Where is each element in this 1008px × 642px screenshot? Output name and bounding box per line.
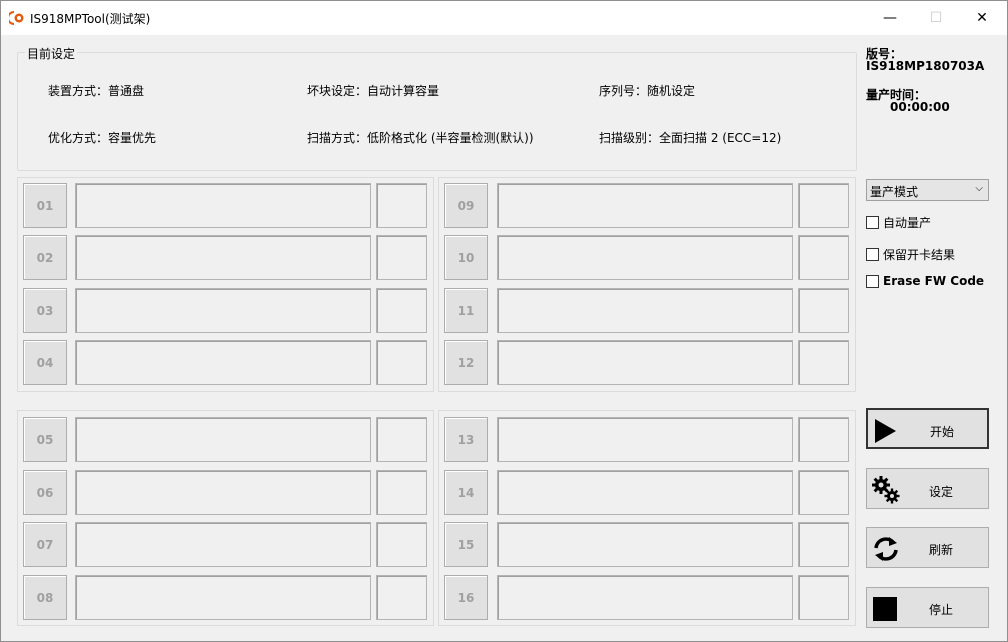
port-result-07 [376, 522, 427, 567]
close-button[interactable]: ✕ [959, 1, 1005, 35]
refresh-label: 刷新 [929, 543, 954, 557]
refresh-button[interactable]: 刷新 [866, 527, 989, 568]
port-button-01[interactable]: 01 [23, 183, 67, 228]
auto-mp-label: 自动量产 [883, 216, 932, 230]
port-button-10[interactable]: 10 [444, 235, 488, 280]
title-bar: IS918MPTool(测试架) — ☐ ✕ [1, 1, 1007, 35]
port-result-12 [798, 340, 849, 385]
port-button-13[interactable]: 13 [444, 417, 488, 462]
stop-label: 停止 [929, 603, 954, 617]
port-status-04 [75, 340, 371, 385]
port-status-10 [497, 235, 793, 280]
port-button-06[interactable]: 06 [23, 470, 67, 515]
port-result-15 [798, 522, 849, 567]
erase-fw-checkbox[interactable] [866, 274, 879, 288]
scan-level-text: 扫描级别：全面扫描 2 (ECC=12) [599, 131, 782, 145]
optimize-mode-text: 优化方式：容量优先 [48, 131, 157, 145]
play-icon [875, 419, 896, 443]
settings-label: 设定 [929, 485, 954, 499]
port-result-06 [376, 470, 427, 515]
keep-result-checkbox[interactable] [866, 248, 879, 261]
keep-result-label: 保留开卡结果 [883, 248, 956, 262]
port-result-03 [376, 288, 427, 333]
badblock-setting-text: 坏块设定：自动计算容量 [307, 84, 440, 98]
port-result-09 [798, 183, 849, 228]
port-result-14 [798, 470, 849, 515]
stop-button[interactable]: 停止 [866, 587, 989, 628]
port-result-13 [798, 417, 849, 462]
settings-button[interactable]: 设定 [866, 468, 989, 509]
port-button-09[interactable]: 09 [444, 183, 488, 228]
stop-icon [873, 597, 897, 621]
erase-fw-label: Erase FW Code [883, 274, 985, 288]
port-status-14 [497, 470, 793, 515]
port-button-03[interactable]: 03 [23, 288, 67, 333]
keep-result-checkbox-row[interactable]: 保留开卡结果 [866, 246, 955, 263]
port-button-11[interactable]: 11 [444, 288, 488, 333]
main-window: IS918MPTool(测试架) — ☐ ✕ 目前设定 装置方式：普通盘 坏块设… [0, 0, 1008, 642]
port-status-03 [75, 288, 371, 333]
port-status-02 [75, 235, 371, 280]
port-status-05 [75, 417, 371, 462]
port-status-15 [497, 522, 793, 567]
window-title: IS918MPTool(测试架) [30, 12, 151, 26]
port-button-04[interactable]: 04 [23, 340, 67, 385]
mode-select-value: 量产模式 [870, 185, 919, 199]
port-status-11 [497, 288, 793, 333]
port-result-02 [376, 235, 427, 280]
port-status-12 [497, 340, 793, 385]
auto-mp-checkbox[interactable] [866, 216, 879, 229]
port-result-11 [798, 288, 849, 333]
port-button-12[interactable]: 12 [444, 340, 488, 385]
serial-setting-text: 序列号：随机设定 [599, 84, 696, 98]
port-button-15[interactable]: 15 [444, 522, 488, 567]
scan-method-text: 扫描方式：低阶格式化 (半容量检测(默认)) [307, 131, 534, 145]
mode-select[interactable]: 量产模式 ⌵ [866, 179, 989, 201]
port-button-05[interactable]: 05 [23, 417, 67, 462]
port-result-08 [376, 575, 427, 620]
mp-time-value: 00:00:00 [890, 100, 950, 114]
current-settings-group [17, 52, 857, 171]
chevron-down-icon: ⌵ [975, 183, 983, 194]
port-button-14[interactable]: 14 [444, 470, 488, 515]
port-button-07[interactable]: 07 [23, 522, 67, 567]
app-logo-icon [9, 11, 24, 25]
erase-fw-checkbox-row[interactable]: Erase FW Code [866, 274, 984, 288]
auto-mp-checkbox-row[interactable]: 自动量产 [866, 214, 931, 231]
mount-mode-text: 装置方式：普通盘 [48, 84, 145, 98]
port-status-09 [497, 183, 793, 228]
maximize-button[interactable]: ☐ [913, 1, 959, 35]
port-status-13 [497, 417, 793, 462]
port-status-08 [75, 575, 371, 620]
port-result-16 [798, 575, 849, 620]
version-value: IS918MP180703A [866, 59, 985, 73]
port-result-05 [376, 417, 427, 462]
port-status-16 [497, 575, 793, 620]
port-button-02[interactable]: 02 [23, 235, 67, 280]
port-button-08[interactable]: 08 [23, 575, 67, 620]
gears-icon [872, 476, 900, 504]
start-button[interactable]: 开始 [866, 408, 989, 449]
port-status-07 [75, 522, 371, 567]
port-result-01 [376, 183, 427, 228]
settings-group-title: 目前设定 [25, 45, 78, 62]
refresh-icon [874, 537, 898, 561]
port-result-10 [798, 235, 849, 280]
port-status-01 [75, 183, 371, 228]
start-label: 开始 [930, 425, 955, 439]
minimize-button[interactable]: — [867, 1, 913, 35]
port-result-04 [376, 340, 427, 385]
port-button-16[interactable]: 16 [444, 575, 488, 620]
port-status-06 [75, 470, 371, 515]
